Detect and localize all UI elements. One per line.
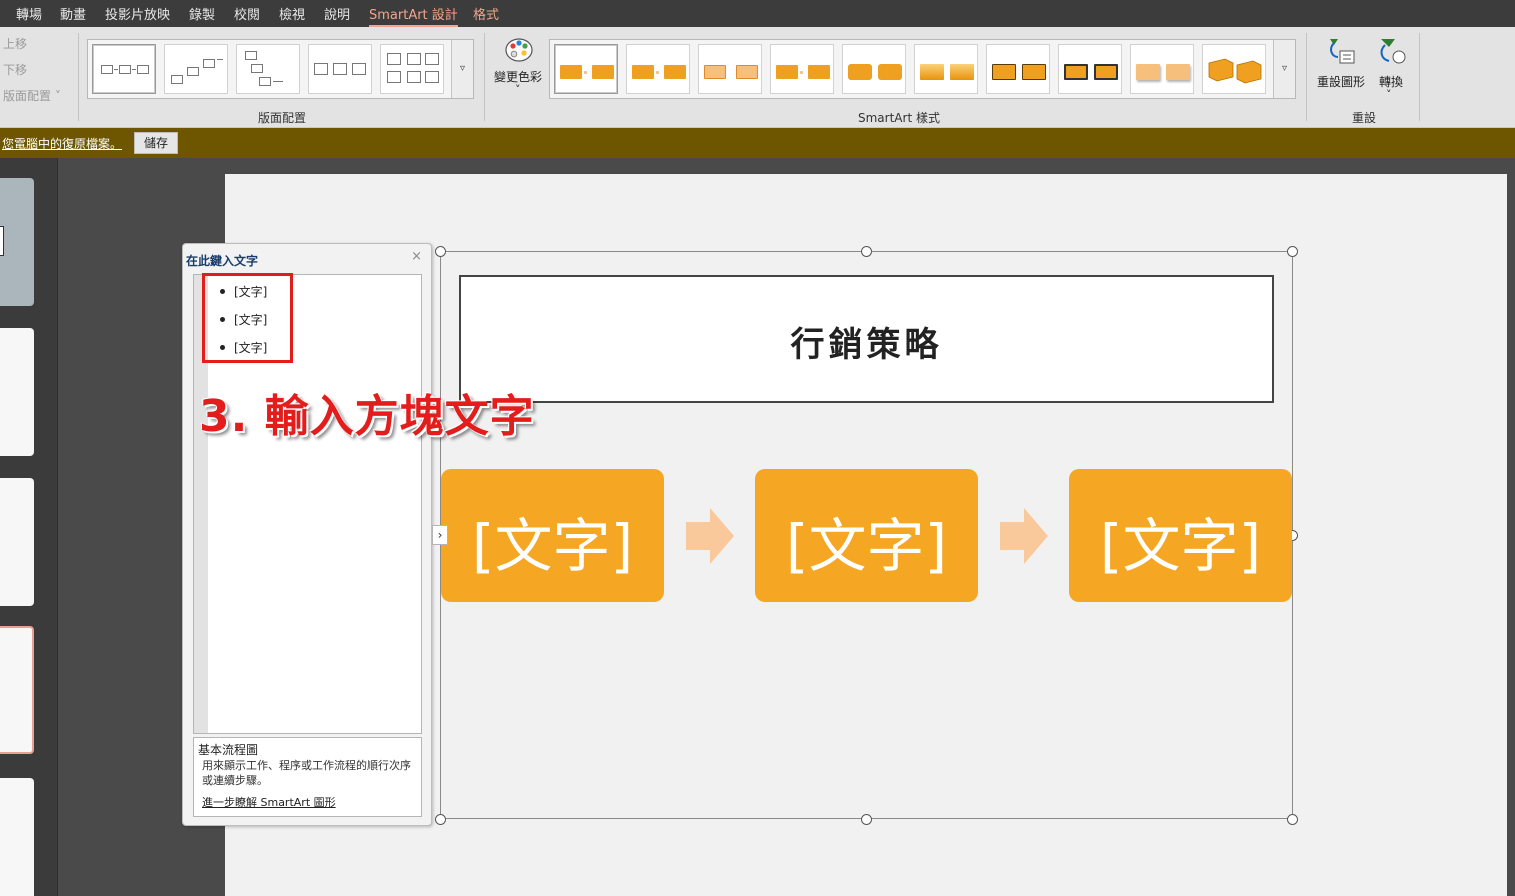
move-down-button[interactable]: 下移 [3, 61, 27, 78]
process-step-box[interactable]: [文字] [1069, 469, 1292, 602]
slide-thumbnail[interactable] [0, 178, 34, 306]
resize-handle[interactable] [861, 246, 872, 257]
ribbon: 上移 下移 版面配置 ˅ ▿ 版面配置 變更色彩 ˅ ▿ SmartArt 樣式… [0, 27, 1515, 128]
style-thumb-6[interactable] [914, 44, 978, 94]
group-separator [1306, 33, 1307, 121]
process-step-box[interactable]: [文字] [755, 469, 978, 602]
resize-handle[interactable] [435, 246, 446, 257]
ribbon-tab-bar: 轉場 動畫 投影片放映 錄製 校閱 檢視 說明 SmartArt 設計 格式 [0, 0, 1515, 27]
chevron-down-icon: ˅ [1386, 88, 1392, 101]
palette-icon [505, 38, 533, 62]
layout-basic-process-thumb[interactable] [92, 44, 156, 94]
layout-direction-button[interactable]: 版面配置 ˅ [3, 87, 61, 104]
learn-more-link[interactable]: 進一步瞭解 SmartArt 圖形 [202, 794, 336, 810]
process-step-box[interactable]: [文字] [441, 469, 664, 602]
tab-smartart-design[interactable]: SmartArt 設計 [369, 4, 458, 27]
text-pane-title: 在此鍵入文字 [186, 254, 259, 268]
group-separator [1419, 33, 1420, 121]
layout-description-body: 用來顯示工作、程序或工作流程的順行次序或連續步驟。 [202, 759, 411, 787]
step-annotation: 3. 輸入方塊文字 [199, 391, 535, 442]
resize-handle[interactable] [435, 814, 446, 825]
slide-thumbnail[interactable] [0, 328, 34, 456]
convert-button[interactable]: 轉換 ˅ [1372, 33, 1412, 103]
style-thumb-8[interactable] [1058, 44, 1122, 94]
reset-graphic-icon [1330, 39, 1355, 64]
change-colors-button[interactable]: 變更色彩 ˅ [494, 33, 544, 103]
slide-thumbnails-pane [0, 158, 58, 896]
slide-thumbnail[interactable] [0, 478, 34, 606]
tab-transitions[interactable]: 轉場 [16, 4, 42, 23]
style-thumb-4[interactable] [770, 44, 834, 94]
reset-graphic-label: 重設圖形 [1317, 75, 1366, 89]
recovered-files-link[interactable]: 您電腦中的復原檔案。 [2, 135, 122, 152]
style-thumb-10[interactable] [1202, 44, 1266, 94]
slide-title-box[interactable]: 行銷策略 [459, 275, 1274, 403]
chevron-down-icon: ˅ [515, 83, 521, 96]
slide-thumbnail-selected[interactable] [0, 626, 34, 754]
process-step-text: [文字] [1099, 512, 1262, 580]
text-pane-toggle-icon[interactable]: › [432, 525, 448, 545]
layouts-group-label: 版面配置 [258, 111, 307, 125]
slide-title: 行銷策略 [790, 325, 943, 365]
reset-graphic-button[interactable]: 重設圖形 [1314, 33, 1370, 103]
convert-icon [1380, 39, 1406, 64]
style-thumb-3[interactable] [698, 44, 762, 94]
process-step-text: [文字] [785, 512, 948, 580]
group-separator [484, 33, 485, 121]
layout-hierarchy-thumb[interactable] [236, 44, 300, 94]
process-step-text: [文字] [471, 512, 634, 580]
tab-format[interactable]: 格式 [473, 4, 499, 23]
process-arrow-icon [686, 508, 734, 564]
layouts-gallery: ▿ [87, 39, 474, 99]
save-button[interactable]: 儲存 [134, 132, 178, 154]
tab-animations[interactable]: 動畫 [60, 4, 86, 23]
layout-alternating-thumb[interactable] [308, 44, 372, 94]
tab-slide-show[interactable]: 投影片放映 [105, 4, 170, 23]
style-thumb-7[interactable] [986, 44, 1050, 94]
tab-review[interactable]: 校閱 [234, 4, 260, 23]
powerpoint-window: 轉場 動畫 投影片放映 錄製 校閱 檢視 說明 SmartArt 設計 格式 上… [0, 0, 1515, 896]
slide-thumbnail[interactable] [0, 778, 34, 896]
layout-description-title: 基本流程圖 [198, 743, 259, 757]
close-icon[interactable]: × [411, 249, 422, 264]
style-thumb-2[interactable] [626, 44, 690, 94]
group-separator [78, 33, 79, 121]
tab-help[interactable]: 說明 [324, 4, 350, 23]
process-arrow-icon [1000, 508, 1048, 564]
gallery-more-icon[interactable]: ▿ [451, 40, 473, 98]
reset-group-label: 重設 [1352, 111, 1377, 125]
resize-handle[interactable] [861, 814, 872, 825]
layout-step-up-thumb[interactable] [164, 44, 228, 94]
resize-handle[interactable] [1287, 814, 1298, 825]
style-thumb-9[interactable] [1130, 44, 1194, 94]
highlight-box [202, 273, 293, 363]
tab-record[interactable]: 錄製 [189, 4, 215, 23]
smartart-styles-gallery: ▿ [549, 39, 1296, 99]
style-thumb-5[interactable] [842, 44, 906, 94]
smartart-styles-group-label: SmartArt 樣式 [858, 111, 940, 125]
layout-description: 基本流程圖 用來顯示工作、程序或工作流程的順行次序或連續步驟。 進一步瞭解 Sm… [193, 737, 422, 817]
recovery-message-bar: 您電腦中的復原檔案。 儲存 [0, 128, 1515, 158]
tab-view[interactable]: 檢視 [279, 4, 305, 23]
layout-grid-thumb[interactable] [380, 44, 444, 94]
gallery-more-icon[interactable]: ▿ [1273, 40, 1295, 98]
resize-handle[interactable] [1287, 246, 1298, 257]
style-thumb-1[interactable] [554, 44, 618, 94]
move-up-button[interactable]: 上移 [3, 35, 27, 52]
